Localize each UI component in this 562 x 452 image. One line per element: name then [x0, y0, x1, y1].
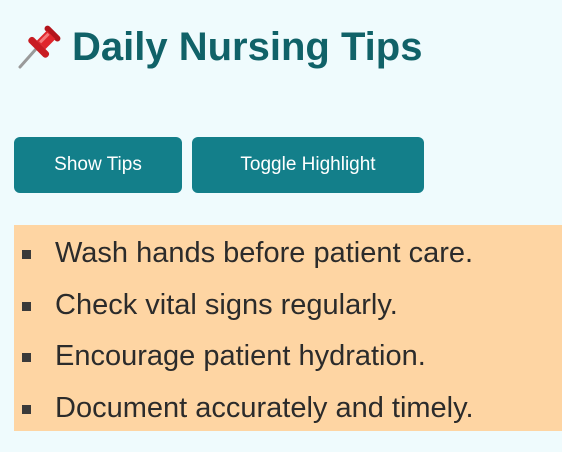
- tip-text: Document accurately and timely.: [55, 391, 474, 424]
- tip-item: Check vital signs regularly.: [14, 281, 562, 333]
- tip-text: Check vital signs regularly.: [55, 288, 398, 321]
- page-title: Daily Nursing Tips: [72, 25, 423, 69]
- square-bullet-icon: [22, 301, 31, 311]
- tips-list: Wash hands before patient care. Check vi…: [14, 225, 562, 431]
- button-bar: Show Tips Toggle Highlight: [14, 137, 424, 193]
- square-bullet-icon: [22, 404, 31, 414]
- tip-item: Document accurately and timely.: [14, 384, 562, 436]
- tip-item: Wash hands before patient care.: [14, 229, 562, 281]
- tip-item: Encourage patient hydration.: [14, 332, 562, 384]
- toggle-highlight-button[interactable]: Toggle Highlight: [192, 137, 424, 193]
- tip-text: Encourage patient hydration.: [55, 340, 426, 372]
- square-bullet-icon: [22, 250, 31, 259]
- square-bullet-icon: [22, 353, 31, 362]
- pushpin-icon: [18, 25, 61, 69]
- tip-text: Wash hands before patient care.: [55, 237, 474, 269]
- show-tips-button[interactable]: Show Tips: [14, 137, 182, 193]
- page-header: Daily Nursing Tips: [14, 22, 422, 72]
